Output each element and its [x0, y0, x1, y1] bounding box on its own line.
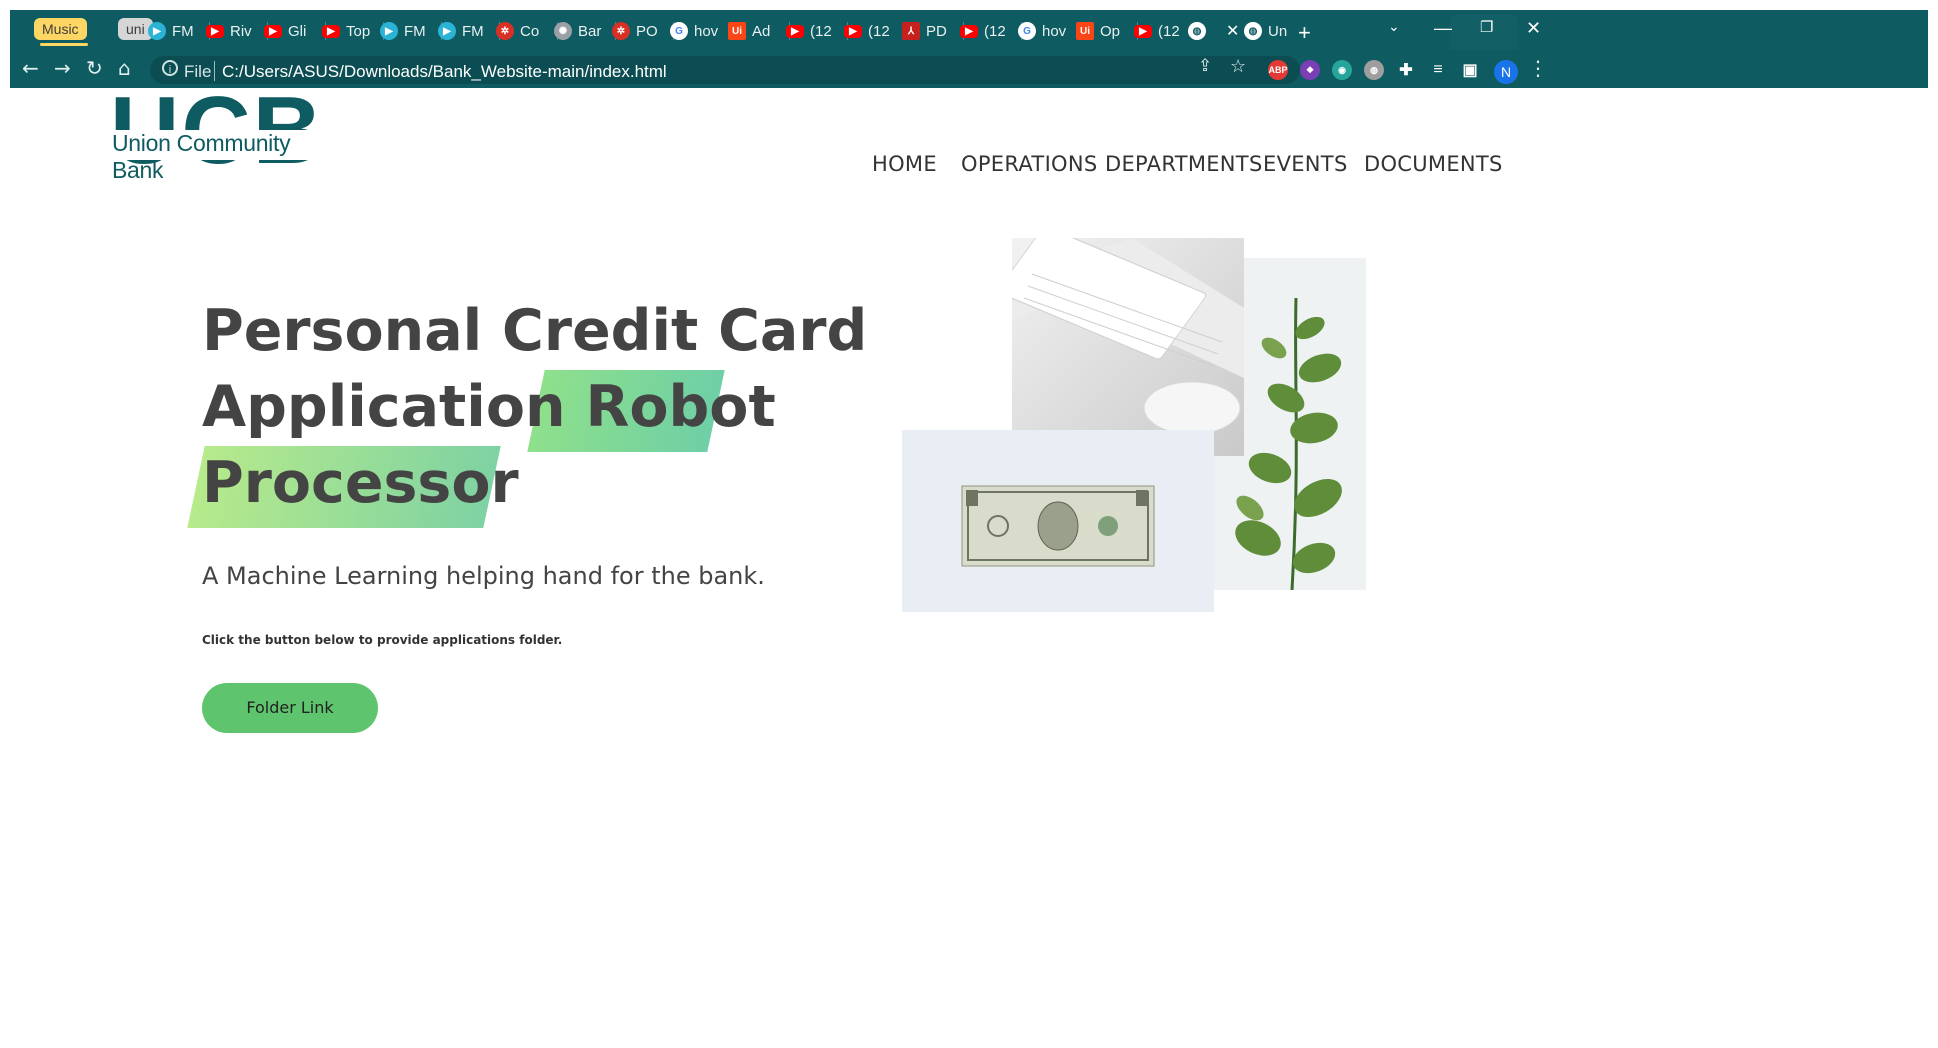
puzzle-icon[interactable]: ✚ — [1396, 60, 1416, 80]
bank-logo[interactable]: UCB Union Community Bank — [110, 77, 330, 200]
hero-title-line3: Processor — [202, 450, 519, 516]
minimize-icon[interactable]: — — [1434, 18, 1452, 39]
hero-title-robot: Robot — [585, 374, 776, 440]
tab-title: FM — [462, 22, 484, 40]
tab-title: Riv — [230, 22, 252, 40]
globe-icon: ◍ — [1188, 22, 1206, 40]
back-icon[interactable]: ← — [22, 56, 39, 80]
globe-extension-icon[interactable]: ◍ — [1364, 60, 1384, 80]
uipath-icon: Ui — [1076, 22, 1094, 40]
google-icon: G — [670, 22, 688, 40]
new-tab-icon[interactable]: + — [1298, 20, 1311, 46]
hero-subtitle: A Machine Learning helping hand for the … — [202, 562, 765, 590]
reload-icon[interactable]: ↻ — [86, 56, 103, 80]
restore-icon[interactable]: ❐ — [1480, 18, 1493, 36]
side-panel-icon[interactable]: ▣ — [1460, 60, 1480, 80]
dollar-image — [902, 430, 1214, 612]
tab-title: Bar — [578, 22, 602, 40]
profile-avatar[interactable]: N — [1494, 60, 1518, 84]
google-icon: G — [1018, 22, 1036, 40]
youtube-icon: ▶ — [786, 24, 804, 38]
tab-title: (12 — [984, 22, 1006, 40]
play-icon: ▶ — [438, 22, 456, 40]
tab-title: hov — [694, 22, 719, 40]
youtube-icon: ▶ — [844, 24, 862, 38]
forward-icon[interactable]: → — [54, 56, 71, 80]
tab-search-icon[interactable]: ⌄ — [1388, 18, 1400, 35]
tab-title: (12 — [1158, 22, 1180, 40]
tab-group-music[interactable]: Music — [34, 18, 87, 40]
tab-title: PD — [926, 22, 947, 40]
tab-title: Un — [1268, 22, 1288, 40]
menu-icon[interactable]: ⋮ — [1528, 56, 1548, 80]
browser-window: Music uni ▶ FM ▶ Riv ▶ Gli ▶ Top ▶ FM ▶ FM ✲ Co… — [10, 10, 1928, 1038]
tab-title: Top — [346, 22, 371, 40]
globe-icon: ◍ — [1244, 22, 1262, 40]
tab-title: Ad — [752, 22, 771, 40]
star-icon[interactable]: ☆ — [1230, 56, 1246, 77]
adblock-icon[interactable]: ABP — [1268, 60, 1288, 80]
hero-title-line1: Personal Credit Card — [202, 298, 868, 364]
hero-instruction: Click the button below to provide applic… — [202, 633, 563, 647]
extension-icon[interactable]: ❖ — [1300, 60, 1320, 80]
nav-operations[interactable]: OPERATIONS — [961, 152, 1098, 176]
pdf-icon: ⅄ — [902, 22, 920, 40]
tab-title: hov — [1042, 22, 1067, 40]
share-icon[interactable]: ⇪ — [1198, 56, 1212, 76]
tab-title: Op — [1100, 22, 1121, 40]
youtube-icon: ▶ — [206, 24, 224, 38]
gear-icon: ✲ — [612, 22, 630, 40]
logo-name: Union Community Bank — [112, 130, 291, 183]
media-icon[interactable]: ≡ — [1428, 60, 1448, 80]
nav-events[interactable]: EVENTS — [1263, 152, 1348, 176]
nav-departments[interactable]: DEPARTMENTS — [1105, 152, 1263, 176]
openai-icon: ✺ — [554, 22, 572, 40]
folder-link-button[interactable]: Folder Link — [202, 683, 378, 733]
info-icon[interactable]: i — [162, 60, 178, 76]
close-window-icon[interactable]: ✕ — [1526, 18, 1541, 39]
nav-documents[interactable]: DOCUMENTS — [1364, 152, 1503, 176]
uipath-icon: Ui — [728, 22, 746, 40]
webpage: UCB Union Community Bank HOME OPERATIONS… — [10, 77, 1928, 1038]
tab-title: FM — [172, 22, 194, 40]
tab-title: Co — [520, 22, 540, 40]
keyboard-image — [1012, 238, 1244, 456]
play-icon: ▶ — [148, 22, 166, 40]
tab-title: (12 — [810, 22, 832, 40]
hero-title-application: Application — [202, 374, 566, 440]
play-icon: ▶ — [380, 22, 398, 40]
hero-title-line2: Application Robot — [202, 374, 776, 440]
youtube-icon: ▶ — [1134, 24, 1152, 38]
nav-home[interactable]: HOME — [872, 152, 937, 176]
tab-title: FM — [404, 22, 426, 40]
extension-icon[interactable]: ◉ — [1332, 60, 1352, 80]
youtube-icon: ▶ — [322, 24, 340, 38]
gear-icon: ✲ — [496, 22, 514, 40]
tab-title: PO — [636, 22, 658, 40]
youtube-icon: ▶ — [264, 24, 282, 38]
tab-title: (12 — [868, 22, 890, 40]
tab-title: Gli — [288, 22, 307, 40]
tab[interactable]: ◍ Un — [1236, 16, 1306, 46]
youtube-icon: ▶ — [960, 24, 978, 38]
tab-group-indicator — [40, 43, 88, 46]
